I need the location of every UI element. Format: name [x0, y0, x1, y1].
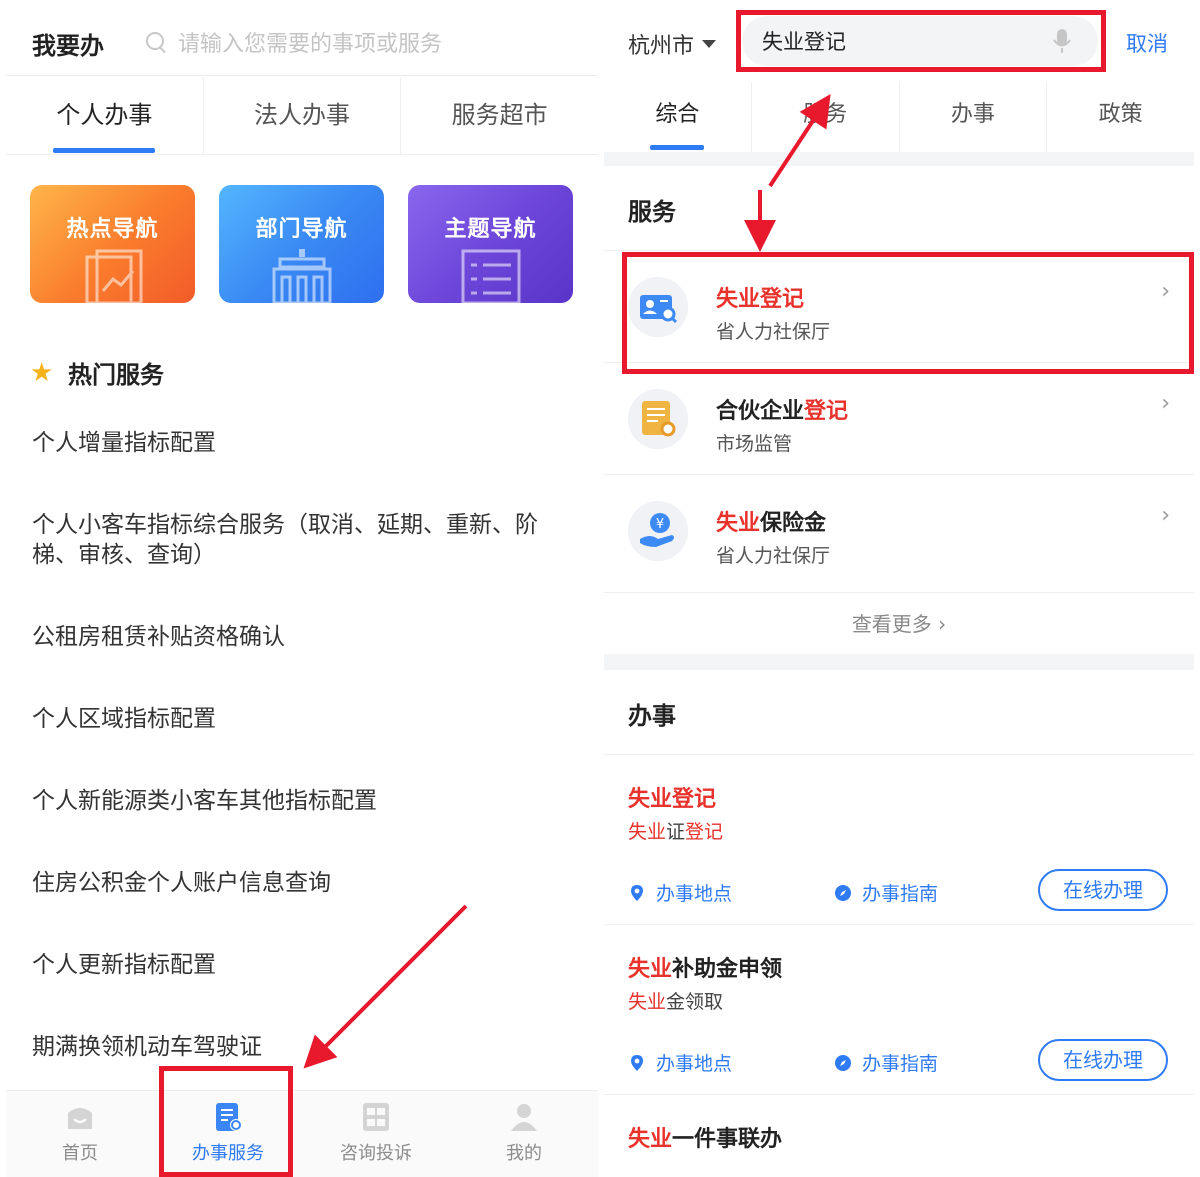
user-icon — [511, 1104, 537, 1131]
nav-home-label: 首页 — [62, 1143, 98, 1164]
caret-down-icon — [702, 40, 717, 48]
svg-text:¥: ¥ — [656, 517, 664, 532]
location-link[interactable]: 办事地点 — [628, 879, 732, 906]
tab-tasks[interactable]: 办事 — [900, 82, 1048, 152]
service-item-unemployment-insurance[interactable]: ¥ 失业保险金 省人力社保厅 › — [604, 474, 1194, 586]
tab-service-market[interactable]: 服务超市 — [401, 77, 598, 154]
list-item[interactable]: 住房公积金个人账户信息查询 — [32, 868, 572, 898]
online-apply-button[interactable]: 在线办理 — [1038, 1039, 1168, 1081]
hot-services-heading: ★ 热门服务 — [30, 355, 164, 390]
building-icon — [272, 249, 331, 303]
service-title: 合伙企业登记 — [716, 399, 849, 424]
home-icon — [68, 1108, 92, 1129]
left-screen: 我要办 请输入您需要的事项或服务 个人办事 法人办事 服务超市 热点导航 部门导… — [6, 0, 598, 1177]
tab-legal-entity[interactable]: 法人办事 — [204, 77, 402, 154]
hot-navigation-card[interactable]: 热点导航 — [30, 185, 195, 303]
task-item-unemployment-joint-service[interactable]: 失业一件事联办 — [604, 1094, 1194, 1177]
list-item[interactable]: 期满换领机动车驾驶证 — [32, 1032, 572, 1062]
tab-policy[interactable]: 政策 — [1047, 82, 1194, 152]
navigation-cards: 热点导航 部门导航 主题导航 — [30, 185, 575, 305]
chevron-right-icon: › — [1161, 503, 1170, 528]
topic-navigation-label: 主题导航 — [444, 217, 537, 242]
list-icon — [461, 249, 520, 303]
search-input[interactable]: 请输入您需要的事项或服务 — [144, 24, 564, 60]
location-link[interactable]: 办事地点 — [628, 1049, 732, 1076]
services-heading: 服务 — [628, 198, 676, 226]
yuan-hand-icon: ¥ — [628, 501, 688, 561]
task-item-unemployment-registration[interactable]: 失业登记 失业证登记 办事地点 办事指南 在线办理 — [604, 754, 1194, 924]
page-title: 我要办 — [32, 32, 104, 60]
complaint-icon — [363, 1103, 389, 1131]
bottom-navigation: 首页 办事服务 咨询投诉 我的 — [6, 1090, 598, 1177]
hot-services-title: 热门服务 — [68, 361, 164, 389]
task-title: 失业一件事联办 — [628, 1127, 783, 1152]
search-placeholder: 请输入您需要的事项或服务 — [178, 32, 443, 57]
task-title: 失业补助金申领 — [628, 957, 783, 982]
annotation-box-services-tab — [159, 1066, 293, 1177]
chart-document-icon — [85, 249, 142, 303]
hot-navigation-label: 热点导航 — [66, 217, 159, 242]
online-apply-button[interactable]: 在线办理 — [1038, 869, 1168, 911]
annotation-box-result — [622, 252, 1194, 374]
task-title: 失业登记 — [628, 787, 717, 812]
cancel-button[interactable]: 取消 — [1126, 28, 1168, 58]
right-screen: 杭州市 失业登记 取消 综合 服务 办事 政策 服务 失业登记 省人力社保厅 ›… — [604, 0, 1194, 1177]
list-item[interactable]: 公租房租赁补贴资格确认 — [32, 622, 572, 652]
service-department: 市场监管 — [716, 433, 793, 455]
chevron-right-icon: › — [1161, 391, 1170, 416]
tab-services[interactable]: 服务 — [752, 82, 900, 152]
task-subtitle: 失业证登记 — [628, 821, 724, 843]
tasks-heading: 办事 — [628, 702, 676, 730]
left-header: 我要办 请输入您需要的事项或服务 — [6, 0, 598, 76]
compass-icon — [835, 884, 851, 901]
city-selector[interactable]: 杭州市 — [628, 28, 717, 60]
list-item[interactable]: 个人更新指标配置 — [32, 950, 572, 980]
nav-consult-label: 咨询投诉 — [340, 1143, 412, 1164]
city-label: 杭州市 — [628, 34, 695, 59]
result-tabs: 综合 服务 办事 政策 — [604, 82, 1194, 152]
department-navigation-label: 部门导航 — [255, 217, 348, 242]
star-icon: ★ — [30, 357, 54, 388]
nav-profile[interactable]: 我的 — [450, 1091, 598, 1177]
list-item[interactable]: 个人增量指标配置 — [32, 428, 572, 458]
service-department: 省人力社保厅 — [716, 545, 831, 567]
certificate-icon — [628, 389, 688, 449]
guide-link[interactable]: 办事指南 — [834, 879, 938, 906]
department-navigation-card[interactable]: 部门导航 — [219, 185, 384, 303]
list-item[interactable]: 个人新能源类小客车其他指标配置 — [32, 786, 572, 816]
guide-link[interactable]: 办事指南 — [834, 1049, 938, 1076]
task-item-unemployment-subsidy[interactable]: 失业补助金申领 失业金领取 办事地点 办事指南 在线办理 — [604, 924, 1194, 1094]
location-pin-icon — [631, 1054, 643, 1071]
tab-personal[interactable]: 个人办事 — [6, 77, 204, 154]
list-item[interactable]: 个人区域指标配置 — [32, 704, 572, 734]
service-item-partnership-registration[interactable]: 合伙企业登记 市场监管 › — [604, 362, 1194, 474]
search-icon — [144, 30, 168, 54]
task-subtitle: 失业金领取 — [628, 991, 724, 1013]
category-tabs: 个人办事 法人办事 服务超市 — [6, 77, 598, 155]
nav-profile-label: 我的 — [506, 1143, 542, 1164]
location-pin-icon — [631, 884, 643, 901]
list-item[interactable]: 个人小客车指标综合服务（取消、延期、重新、阶梯、审核、查询） — [32, 510, 572, 570]
services-section: 服务 失业登记 省人力社保厅 › 合伙企业登记 市场监管 › ¥ 失业保险金 省… — [604, 166, 1194, 654]
topic-navigation-card[interactable]: 主题导航 — [408, 185, 573, 303]
nav-consult[interactable]: 咨询投诉 — [302, 1091, 450, 1177]
tab-all[interactable]: 综合 — [604, 82, 752, 152]
tasks-section: 办事 失业登记 失业证登记 办事地点 办事指南 在线办理 失业补助金申领 失业金… — [604, 670, 1194, 1177]
service-title: 失业保险金 — [716, 511, 827, 536]
compass-icon — [835, 1054, 851, 1071]
see-more-button[interactable]: 查看更多 › — [604, 592, 1194, 654]
annotation-box-search — [736, 10, 1106, 72]
nav-home[interactable]: 首页 — [6, 1091, 154, 1177]
